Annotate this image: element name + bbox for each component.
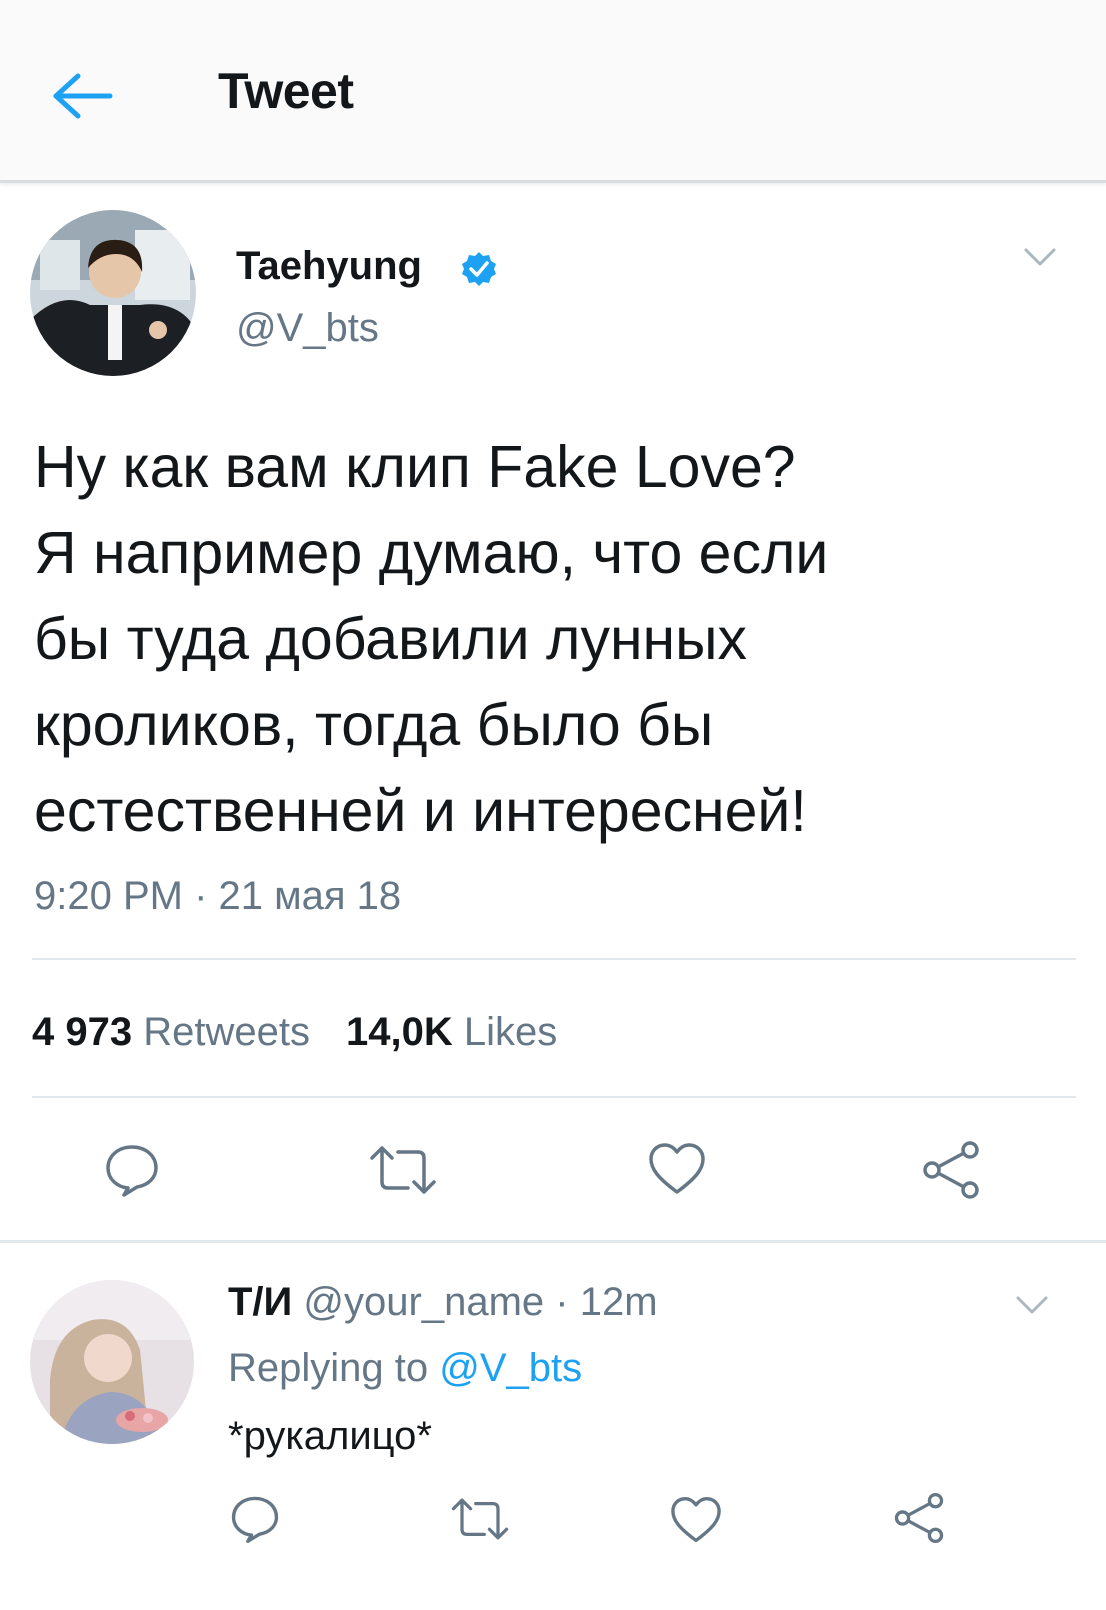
top-app-bar: Tweet	[0, 0, 1106, 183]
author-avatar[interactable]	[30, 210, 196, 376]
author-handle[interactable]: @V_bts	[236, 306, 379, 351]
retweet-icon[interactable]	[368, 1144, 438, 1196]
share-icon[interactable]	[920, 1140, 982, 1200]
divider	[32, 958, 1076, 960]
reply-icon[interactable]	[104, 1142, 160, 1198]
section-separator	[0, 1240, 1106, 1243]
replying-to-mention[interactable]: @V_bts	[439, 1346, 582, 1390]
retweets-stat[interactable]: 4 973 Retweets	[32, 1010, 310, 1054]
reply-icon[interactable]	[230, 1494, 280, 1544]
reply-author-name[interactable]: Т/И	[228, 1280, 292, 1324]
retweets-label: Retweets	[143, 1010, 310, 1054]
retweets-count: 4 973	[32, 1010, 133, 1054]
reply-time: 12m	[579, 1280, 658, 1324]
tweet-stats: 4 973 Retweets 14,0K Likes	[32, 1010, 557, 1055]
replying-to-prefix: Replying to	[228, 1346, 429, 1390]
like-icon[interactable]	[670, 1496, 722, 1544]
back-button[interactable]	[48, 68, 118, 124]
replying-to-line: Replying to @V_bts	[228, 1346, 582, 1391]
likes-stat[interactable]: 14,0K Likes	[346, 1010, 557, 1054]
tweet-text: Ну как вам клип Fake Love? Я например ду…	[34, 424, 1064, 854]
divider	[32, 1096, 1076, 1098]
tweet-text-line: Я например думаю, что если	[34, 520, 829, 586]
reply-meta-separator: ·	[555, 1280, 569, 1324]
page-title: Tweet	[218, 63, 354, 119]
tweet-text-line: кроликов, тогда было бы	[34, 692, 714, 758]
like-icon[interactable]	[648, 1142, 706, 1196]
reply-author-line: Т/И @your_name · 12m	[228, 1280, 658, 1325]
tweet-text-line: Ну как вам клип Fake Love?	[34, 434, 796, 500]
tweet-text-line: бы туда добавили лунных	[34, 606, 748, 672]
verified-badge-icon	[462, 252, 496, 286]
share-icon[interactable]	[892, 1492, 946, 1544]
likes-label: Likes	[463, 1010, 558, 1054]
reply-author-avatar[interactable]	[30, 1280, 194, 1444]
likes-count: 14,0K	[345, 1010, 453, 1054]
tweet-timestamp: 9:20 PM · 21 мая 18	[34, 874, 402, 918]
reply-text: *рукалицо*	[228, 1414, 432, 1458]
back-arrow-icon	[53, 73, 113, 119]
author-name[interactable]: Taehyung	[236, 244, 422, 289]
reply-author-handle[interactable]: @your_name	[303, 1280, 544, 1324]
tweet-text-line: естественней и интересней!	[34, 778, 807, 844]
chevron-down-icon[interactable]	[1020, 244, 1060, 270]
chevron-down-icon[interactable]	[1012, 1292, 1052, 1318]
retweet-icon[interactable]	[450, 1496, 510, 1542]
